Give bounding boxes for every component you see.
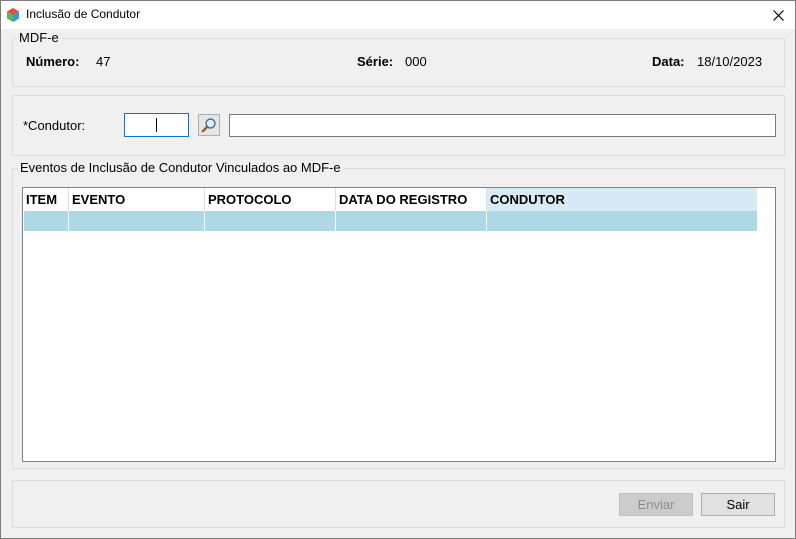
data-label: Data: xyxy=(652,54,685,69)
text-caret xyxy=(156,118,157,132)
mdfe-group: MDF-e Número: 47 Série: 000 Data: 18/10/… xyxy=(12,30,785,87)
column-header-protocolo[interactable]: PROTOCOLO xyxy=(205,188,336,211)
row-cell-data-registro xyxy=(336,211,487,231)
row-cell-condutor xyxy=(487,211,757,231)
row-cell-evento xyxy=(69,211,205,231)
button-bar: Enviar Sair xyxy=(12,480,785,528)
serie-value: 000 xyxy=(405,54,427,69)
title-bar[interactable]: Inclusão de Condutor xyxy=(1,1,795,29)
data-value: 18/10/2023 xyxy=(697,54,763,69)
column-header-data-registro[interactable]: DATA DO REGISTRO xyxy=(336,188,487,211)
condutor-label: *Condutor: xyxy=(23,118,86,133)
condutor-name-field[interactable] xyxy=(229,114,776,137)
condutor-group: *Condutor: xyxy=(12,95,785,156)
row-cell-protocolo xyxy=(205,211,336,231)
sair-button[interactable]: Sair xyxy=(701,493,775,516)
enviar-button[interactable]: Enviar xyxy=(619,493,693,516)
table-row[interactable] xyxy=(24,211,757,231)
dialog-window: Inclusão de Condutor MDF-e Número: 47 Sé… xyxy=(0,0,796,539)
row-cell-item xyxy=(24,211,69,231)
eventos-group: Eventos de Inclusão de Condutor Vinculad… xyxy=(12,160,785,469)
table-header: ITEM EVENTO PROTOCOLO DATA DO REGISTRO C… xyxy=(23,188,757,211)
column-header-item[interactable]: ITEM xyxy=(23,188,69,211)
eventos-legend: Eventos de Inclusão de Condutor Vinculad… xyxy=(18,160,344,175)
column-header-condutor[interactable]: CONDUTOR xyxy=(487,188,757,211)
serie-label: Série: xyxy=(357,54,394,69)
condutor-code-input[interactable] xyxy=(124,113,189,137)
mdfe-legend: MDF-e xyxy=(17,30,62,45)
condutor-search-button[interactable] xyxy=(198,114,220,136)
window-title: Inclusão de Condutor xyxy=(26,7,141,21)
numero-value: 47 xyxy=(96,54,111,69)
close-button[interactable] xyxy=(761,1,795,29)
app-logo-icon xyxy=(7,8,19,22)
column-header-evento[interactable]: EVENTO xyxy=(69,188,205,211)
magnifier-icon xyxy=(201,118,216,133)
close-icon xyxy=(772,9,784,21)
numero-label: Número: xyxy=(26,54,80,69)
eventos-table[interactable]: ITEM EVENTO PROTOCOLO DATA DO REGISTRO C… xyxy=(22,187,776,462)
